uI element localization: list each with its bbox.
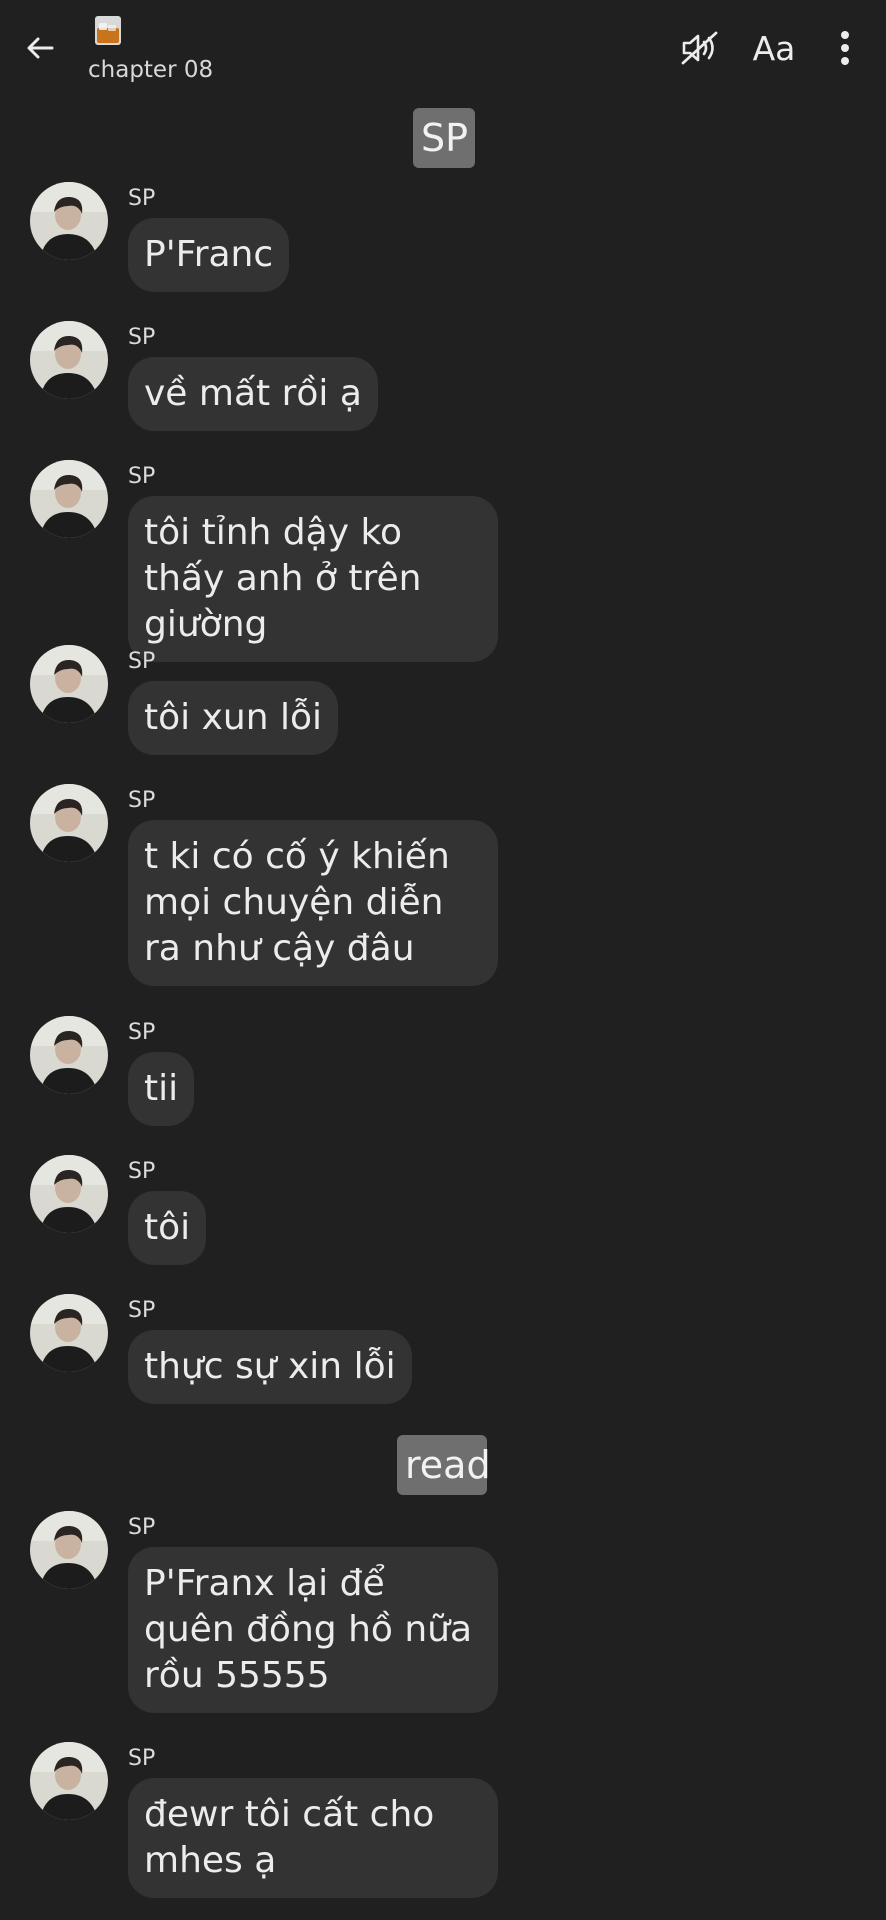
message-group: SP tôi xun lỗi <box>0 645 886 765</box>
back-arrow-icon <box>27 37 54 59</box>
more-vert-icon <box>841 31 849 65</box>
back-button[interactable] <box>16 24 64 72</box>
message-group: SP thực sự xin lỗi <box>0 1294 886 1414</box>
profile-photo-icon <box>30 321 108 399</box>
message-group: SP P'Franx lại để quên đồng hồ nữa rồu 5… <box>0 1511 886 1721</box>
font-size-button[interactable]: Aa <box>746 22 802 74</box>
profile-photo-icon <box>30 460 108 538</box>
message-sender: SP <box>128 1020 156 1045</box>
avatar[interactable] <box>30 1294 108 1372</box>
message-group: SP đewr tôi cất cho mhes ạ <box>0 1742 886 1912</box>
message-group: SP t ki có cố ý khiến mọi chuyện diễn ra… <box>0 784 886 994</box>
whiskey-glass-icon <box>95 16 121 45</box>
avatar[interactable] <box>30 1155 108 1233</box>
more-options-button[interactable] <box>820 22 870 74</box>
message-group: SP tii <box>0 1016 886 1136</box>
profile-photo-icon <box>30 1016 108 1094</box>
message-bubble[interactable]: tôi <box>128 1191 207 1265</box>
message-sender: SP <box>128 464 156 489</box>
profile-photo-icon <box>30 1155 108 1233</box>
message-sender: SP <box>128 325 156 350</box>
message-group: SP tôi tỉnh dậy ko thấy anh ở trên giườn… <box>0 460 886 662</box>
mute-icon <box>681 31 718 65</box>
avatar[interactable] <box>30 182 108 260</box>
profile-photo-icon <box>30 1511 108 1589</box>
avatar[interactable] <box>30 460 108 538</box>
avatar[interactable] <box>30 1016 108 1094</box>
message-sender: SP <box>128 649 156 674</box>
avatar[interactable] <box>30 1511 108 1589</box>
message-sender: SP <box>128 1159 156 1184</box>
message-bubble[interactable]: về mất rồi ạ <box>128 357 378 431</box>
profile-photo-icon <box>30 182 108 260</box>
message-sender: SP <box>128 1298 156 1323</box>
avatar[interactable] <box>30 1742 108 1820</box>
message-bubble[interactable]: t ki có cố ý khiến mọi chuyện diễn ra nh… <box>128 820 498 986</box>
profile-photo-icon <box>30 1294 108 1372</box>
message-bubble[interactable]: tôi tỉnh dậy ko thấy anh ở trên giường <box>128 496 498 662</box>
profile-photo-icon <box>30 645 108 723</box>
message-sender: SP <box>128 788 156 813</box>
message-bubble[interactable]: đewr tôi cất cho mhes ạ <box>128 1778 498 1898</box>
avatar[interactable] <box>30 645 108 723</box>
mute-button[interactable] <box>672 22 728 74</box>
message-sender: SP <box>128 1746 156 1771</box>
message-bubble[interactable]: P'Franc <box>128 218 290 292</box>
message-group: SP về mất rồi ạ <box>0 321 886 441</box>
message-bubble[interactable]: P'Franx lại để quên đồng hồ nữa rồu 5555… <box>128 1547 498 1713</box>
message-sender: SP <box>128 186 156 211</box>
profile-photo-icon <box>30 784 108 862</box>
message-group: SP tôi <box>0 1155 886 1275</box>
message-bubble[interactable]: thực sự xin lỗi <box>128 1330 412 1404</box>
chat-header: chapter 08 Aa <box>0 0 886 92</box>
read-receipt-label: read <box>397 1435 491 1495</box>
message-sender: SP <box>128 1515 156 1540</box>
profile-photo-icon <box>30 1742 108 1820</box>
sender-label: SP <box>413 108 475 168</box>
message-bubble[interactable]: tôi xun lỗi <box>128 681 338 755</box>
message-group: SP P'Franc <box>0 182 886 302</box>
chat-title[interactable]: chapter 08 <box>88 57 213 83</box>
avatar[interactable] <box>30 321 108 399</box>
avatar[interactable] <box>30 784 108 862</box>
message-bubble[interactable]: tii <box>128 1052 195 1126</box>
